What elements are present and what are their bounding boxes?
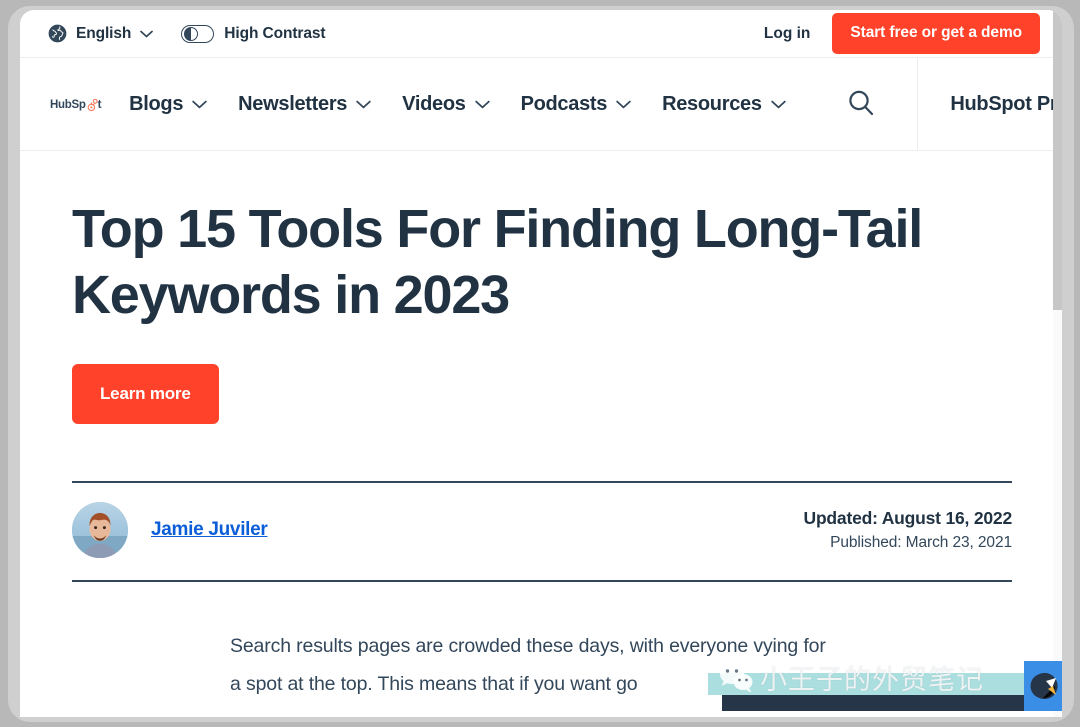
search-button[interactable] [846,88,876,121]
main-navigation: HubSp t Blogs Newsletters Videos Podcast… [20,58,1062,151]
article-header: Top 15 Tools For Finding Long-Tail Keywo… [20,151,1062,703]
nav-item-label: Videos [402,92,466,115]
contrast-toggle-icon[interactable] [181,24,215,43]
nav-item-hubspot-product: HubSpot Product [950,92,1062,115]
language-selector[interactable]: English [48,24,154,43]
hubspot-logo-text-post: t [97,99,102,111]
hubspot-sprocket-icon [86,98,98,112]
page-title: Top 15 Tools For Finding Long-Tail Keywo… [72,199,923,325]
chevron-down-icon [140,30,154,38]
browser-viewport: English High Contrast Log in Start free … [20,10,1062,717]
nav-item-label: Podcasts [520,92,608,115]
high-contrast-label: High Contrast [224,24,326,42]
byline: Jamie Juviler Updated: August 16, 2022 P… [72,501,1013,558]
login-link[interactable]: Log in [764,25,811,43]
nav-left-group: HubSp t Blogs Newsletters Videos Podcast… [20,58,876,150]
start-free-demo-button[interactable]: Start free or get a demo [832,13,1040,54]
article-body-paragraph: Search results pages are crowded these d… [230,634,826,695]
chevron-down-icon [616,100,631,109]
avatar [72,501,128,558]
search-icon [846,88,876,121]
chevron-down-icon [474,100,490,109]
published-date: Published: March 23, 2021 [830,533,1012,551]
hubspot-logo-text-pre: HubSp [50,99,86,111]
nav-item-podcasts[interactable]: Podcasts [521,93,632,116]
nav-item-label: Resources [662,92,762,115]
author-link[interactable]: Jamie Juviler [151,519,268,541]
byline-rule-top [72,480,1012,483]
chevron-down-icon [192,100,207,109]
nav-right-group[interactable]: HubSpot Product [917,93,1062,116]
chevron-down-icon [356,100,371,109]
language-label: English [76,24,132,42]
nav-item-label: Newsletters [238,92,348,115]
nav-item-label: Blogs [129,92,184,115]
scrollbar-thumb[interactable] [1053,10,1062,310]
hubspot-logo[interactable]: HubSp t [50,98,102,112]
byline-rule-bottom [72,579,1012,582]
nav-item-newsletters[interactable]: Newsletters [238,93,371,116]
globe-icon [48,24,67,43]
updated-date: Updated: August 16, 2022 [803,507,1013,528]
learn-more-button[interactable]: Learn more [72,363,219,424]
nav-item-resources[interactable]: Resources [662,93,786,116]
chevron-down-icon [770,100,786,109]
nav-item-blogs[interactable]: Blogs [129,93,207,116]
article-dates: Updated: August 16, 2022 Published: Marc… [804,508,1013,552]
scrollbar-track[interactable] [1053,10,1062,717]
high-contrast-toggle[interactable]: High Contrast [181,24,326,43]
nav-item-videos[interactable]: Videos [402,92,490,116]
utility-bar-actions: Log in Start free or get a demo [764,13,1062,54]
utility-bar: English High Contrast Log in Start free … [20,10,1062,58]
